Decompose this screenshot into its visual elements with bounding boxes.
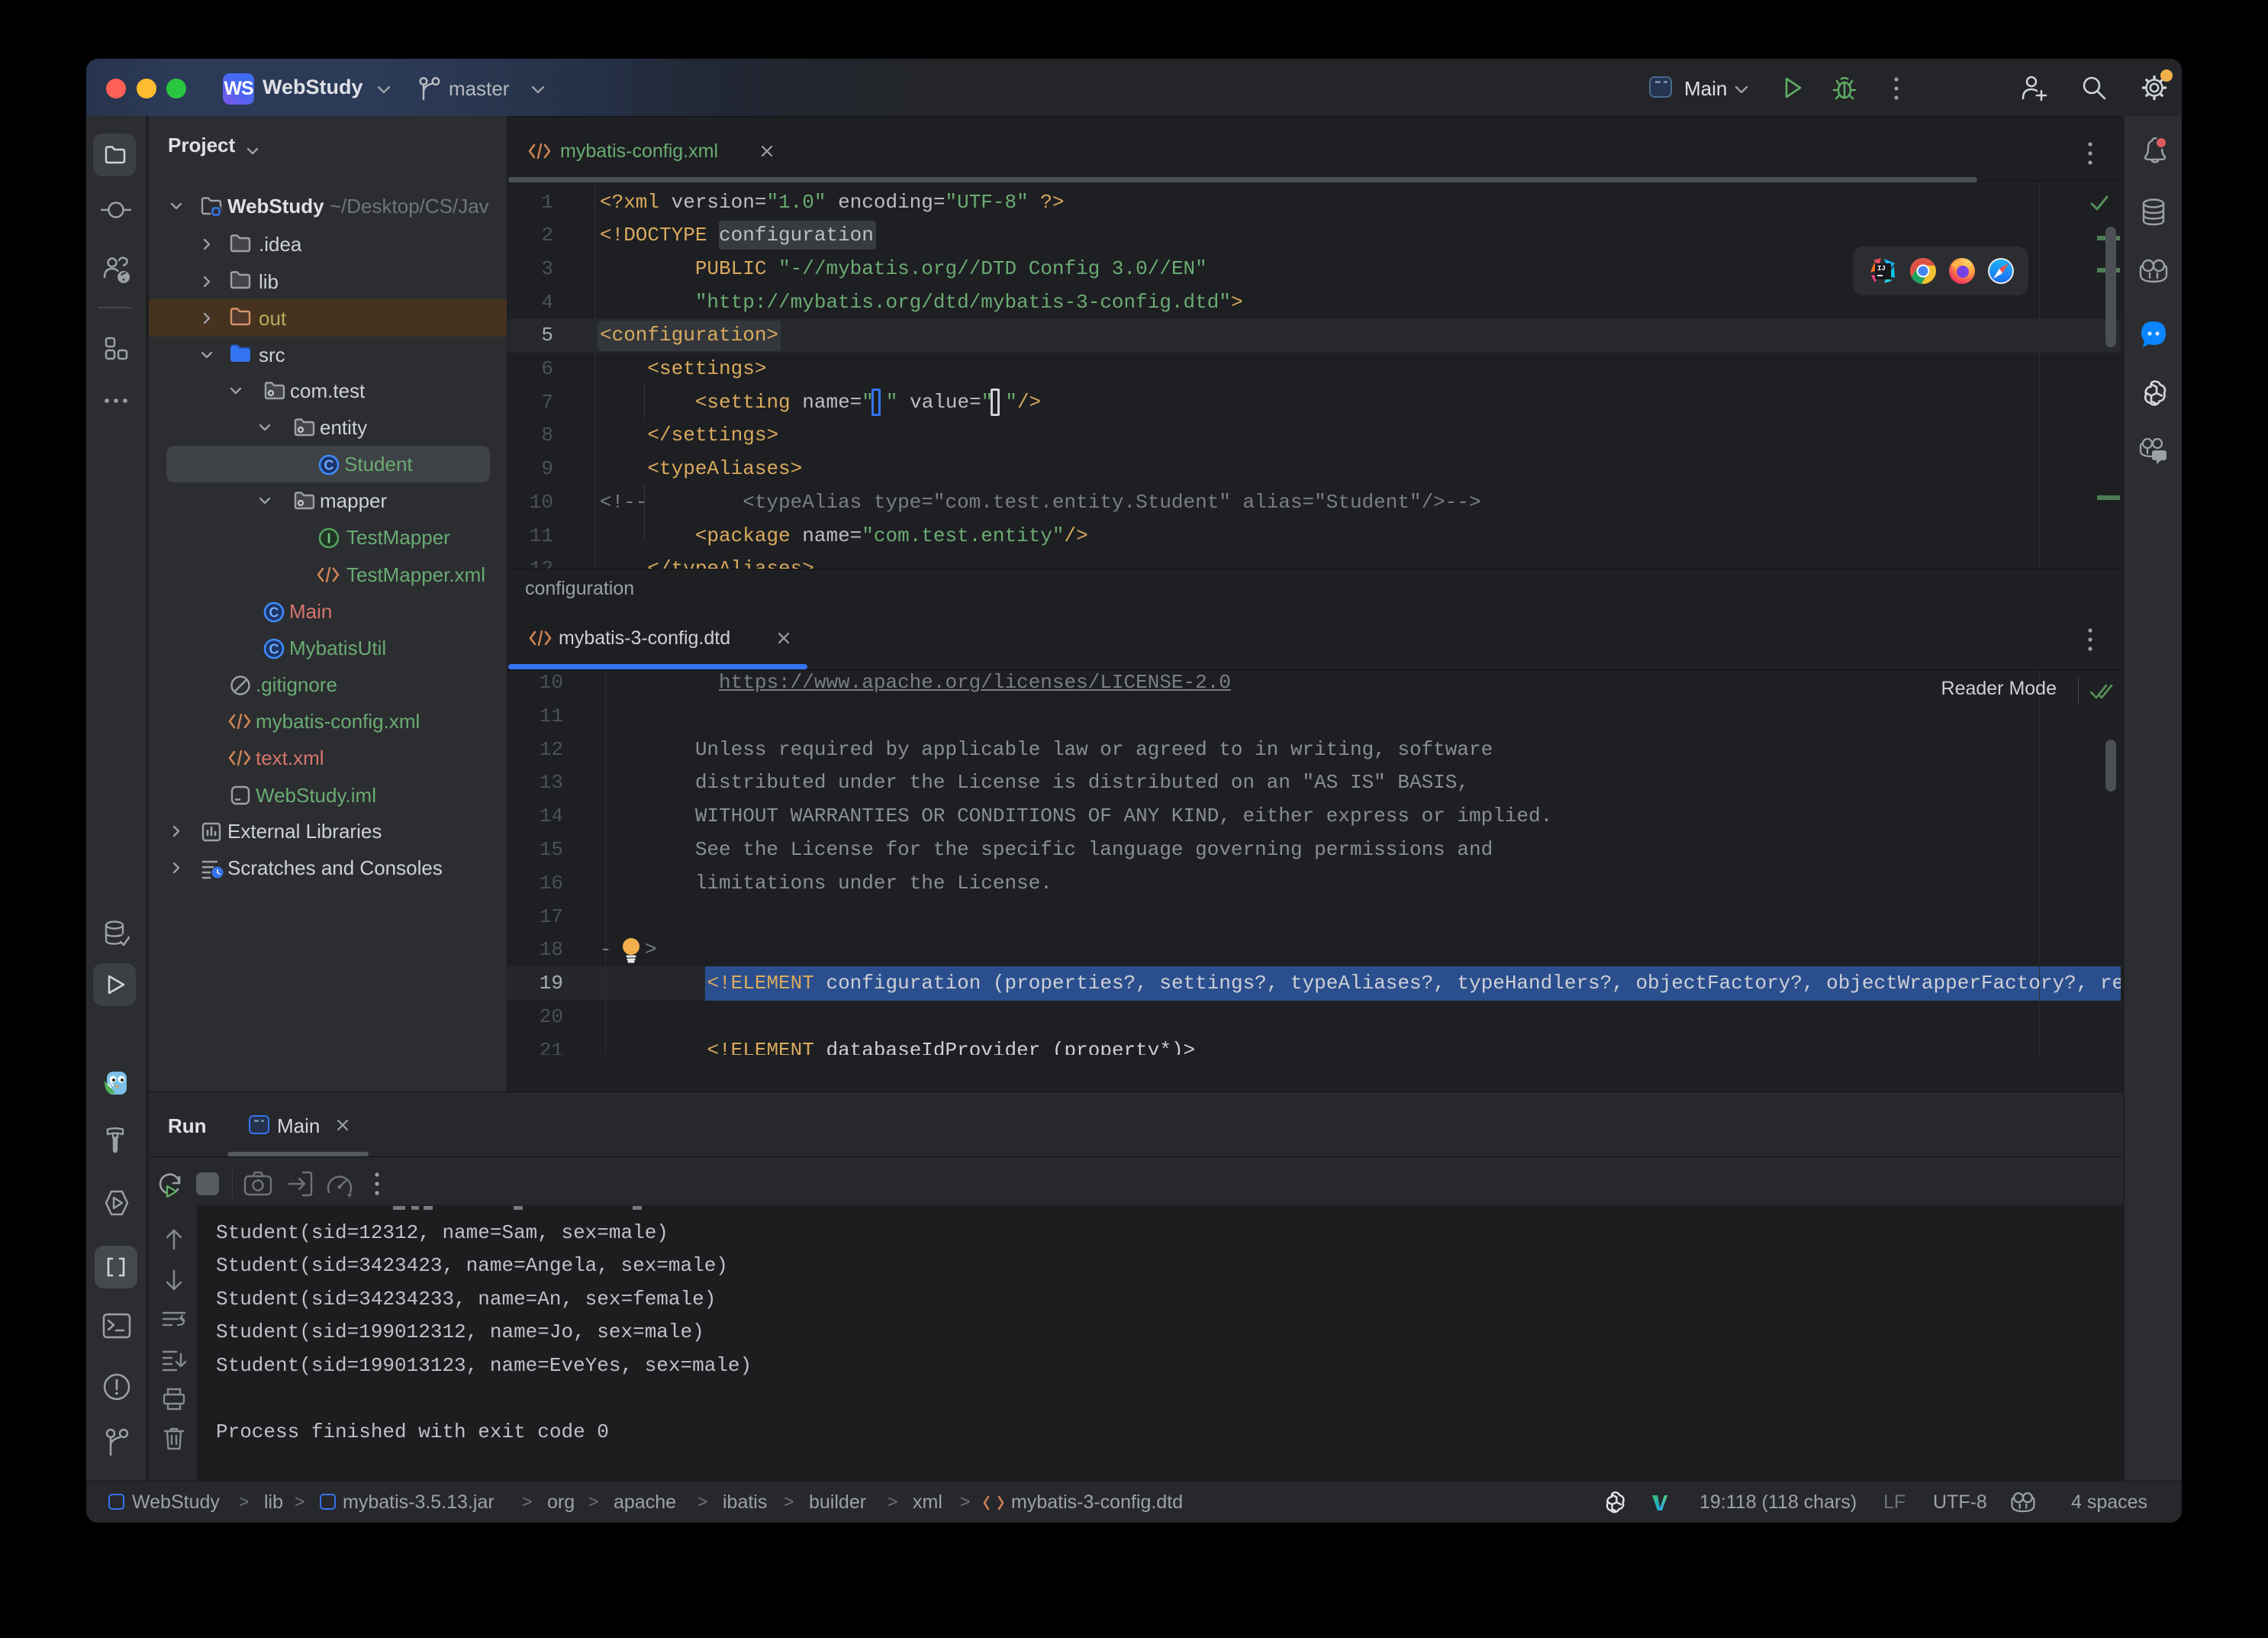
svg-text:C: C <box>324 458 334 473</box>
svg-text:IJ: IJ <box>1877 265 1886 272</box>
svg-text:I: I <box>327 531 330 547</box>
svg-text:C: C <box>269 605 279 621</box>
svg-text:C: C <box>269 642 279 657</box>
